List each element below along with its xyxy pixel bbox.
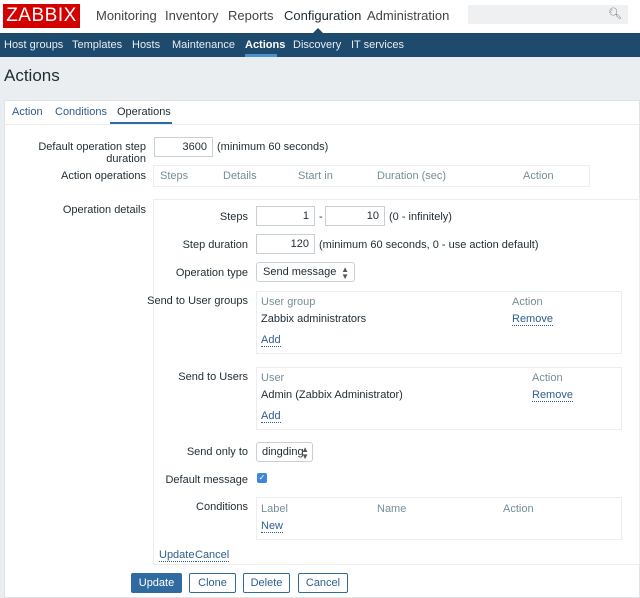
col-start-in: Start in [298, 170, 333, 182]
remove-user-link[interactable]: Remove [532, 389, 573, 402]
send-only-select[interactable]: dingding ▲ ▼ [256, 442, 313, 462]
send-only-value: dingding [262, 446, 304, 458]
tab-conditions[interactable]: Conditions [55, 106, 107, 118]
conditions-table [256, 497, 622, 540]
tab-divider [5, 124, 640, 125]
update-button[interactable]: Update [131, 573, 182, 593]
tab-operations[interactable]: Operations [117, 106, 171, 118]
conditions-label: Conditions [196, 501, 248, 513]
user-name: Admin (Zabbix Administrator) [261, 389, 403, 401]
cancel-button[interactable]: Cancel [298, 573, 348, 593]
default-step-hint: (minimum 60 seconds) [217, 141, 329, 153]
menu-reports[interactable]: Reports [228, 8, 274, 23]
default-step-label: Default operation step duration [38, 141, 146, 165]
col-user: User [261, 372, 285, 384]
nav-actions[interactable]: Actions [245, 39, 285, 51]
search-icon[interactable]: 🔍︎ [608, 7, 622, 20]
col-steps: Steps [160, 170, 189, 182]
col-action: Action [512, 296, 543, 308]
nav-maintenance[interactable]: Maintenance [172, 39, 235, 51]
add-user-link[interactable]: Add [261, 410, 281, 423]
steps-label: Steps [219, 211, 248, 223]
operation-cancel-link[interactable]: Cancel [195, 549, 230, 562]
action-operations-label: Action operations [61, 170, 146, 182]
col-label: Label [261, 503, 288, 515]
nav-active-indicator [245, 54, 277, 57]
default-message-checkbox[interactable]: ✓ [257, 473, 267, 483]
tab-action[interactable]: Action [12, 106, 43, 118]
nav-it-services[interactable]: IT services [351, 39, 404, 51]
search-input[interactable]: 🔍︎ [468, 5, 628, 24]
menu-monitoring[interactable]: Monitoring [96, 8, 157, 23]
step-duration-input[interactable] [256, 234, 315, 254]
operation-type-select[interactable]: Send message ▲ ▼ [256, 262, 355, 282]
col-duration: Duration (sec) [377, 170, 447, 182]
menu-administration[interactable]: Administration [367, 8, 449, 23]
operation-type-value: Send message [263, 266, 337, 278]
new-condition-link[interactable]: New [261, 520, 284, 533]
steps-separator: - [319, 211, 323, 223]
col-details: Details [223, 170, 257, 182]
col-action: Action [503, 503, 534, 515]
clone-button[interactable]: Clone [189, 573, 236, 593]
col-name: Name [377, 503, 407, 515]
user-groups-label: Send to User groups [147, 295, 248, 307]
default-step-input[interactable] [154, 137, 213, 157]
menu-configuration[interactable]: Configuration [284, 8, 361, 23]
col-user-group: User group [261, 296, 316, 308]
default-message-label: Default message [165, 474, 248, 486]
col-action: Action [532, 372, 563, 384]
operation-update-link[interactable]: Update [159, 549, 195, 562]
zabbix-logo[interactable]: ZABBIX [3, 4, 80, 28]
add-user-group-link[interactable]: Add [261, 334, 281, 347]
operation-details-label: Operation details [62, 204, 146, 216]
users-label: Send to Users [178, 371, 248, 383]
select-arrows-icon: ▲ ▼ [341, 265, 349, 281]
send-only-label: Send only to [186, 446, 248, 458]
menu-inventory[interactable]: Inventory [165, 8, 218, 23]
remove-user-group-link[interactable]: Remove [512, 313, 553, 326]
delete-button[interactable]: Delete [243, 573, 290, 593]
nav-discovery[interactable]: Discovery [293, 39, 341, 51]
nav-host-groups[interactable]: Host groups [4, 39, 63, 51]
steps-to-input[interactable] [325, 206, 385, 226]
nav-hosts[interactable]: Hosts [132, 39, 160, 51]
operation-type-label: Operation type [175, 267, 248, 279]
select-arrows-icon: ▲ ▼ [301, 445, 309, 461]
steps-from-input[interactable] [256, 206, 315, 226]
step-duration-hint: (minimum 60 seconds, 0 - use action defa… [319, 239, 539, 251]
step-duration-label: Step duration [182, 239, 248, 251]
user-group-name: Zabbix administrators [261, 313, 367, 325]
page-title: Actions [4, 66, 60, 85]
col-action: Action [523, 170, 554, 182]
steps-hint: (0 - infinitely) [389, 211, 452, 223]
nav-templates[interactable]: Templates [72, 39, 122, 51]
active-menu-caret [313, 28, 323, 33]
